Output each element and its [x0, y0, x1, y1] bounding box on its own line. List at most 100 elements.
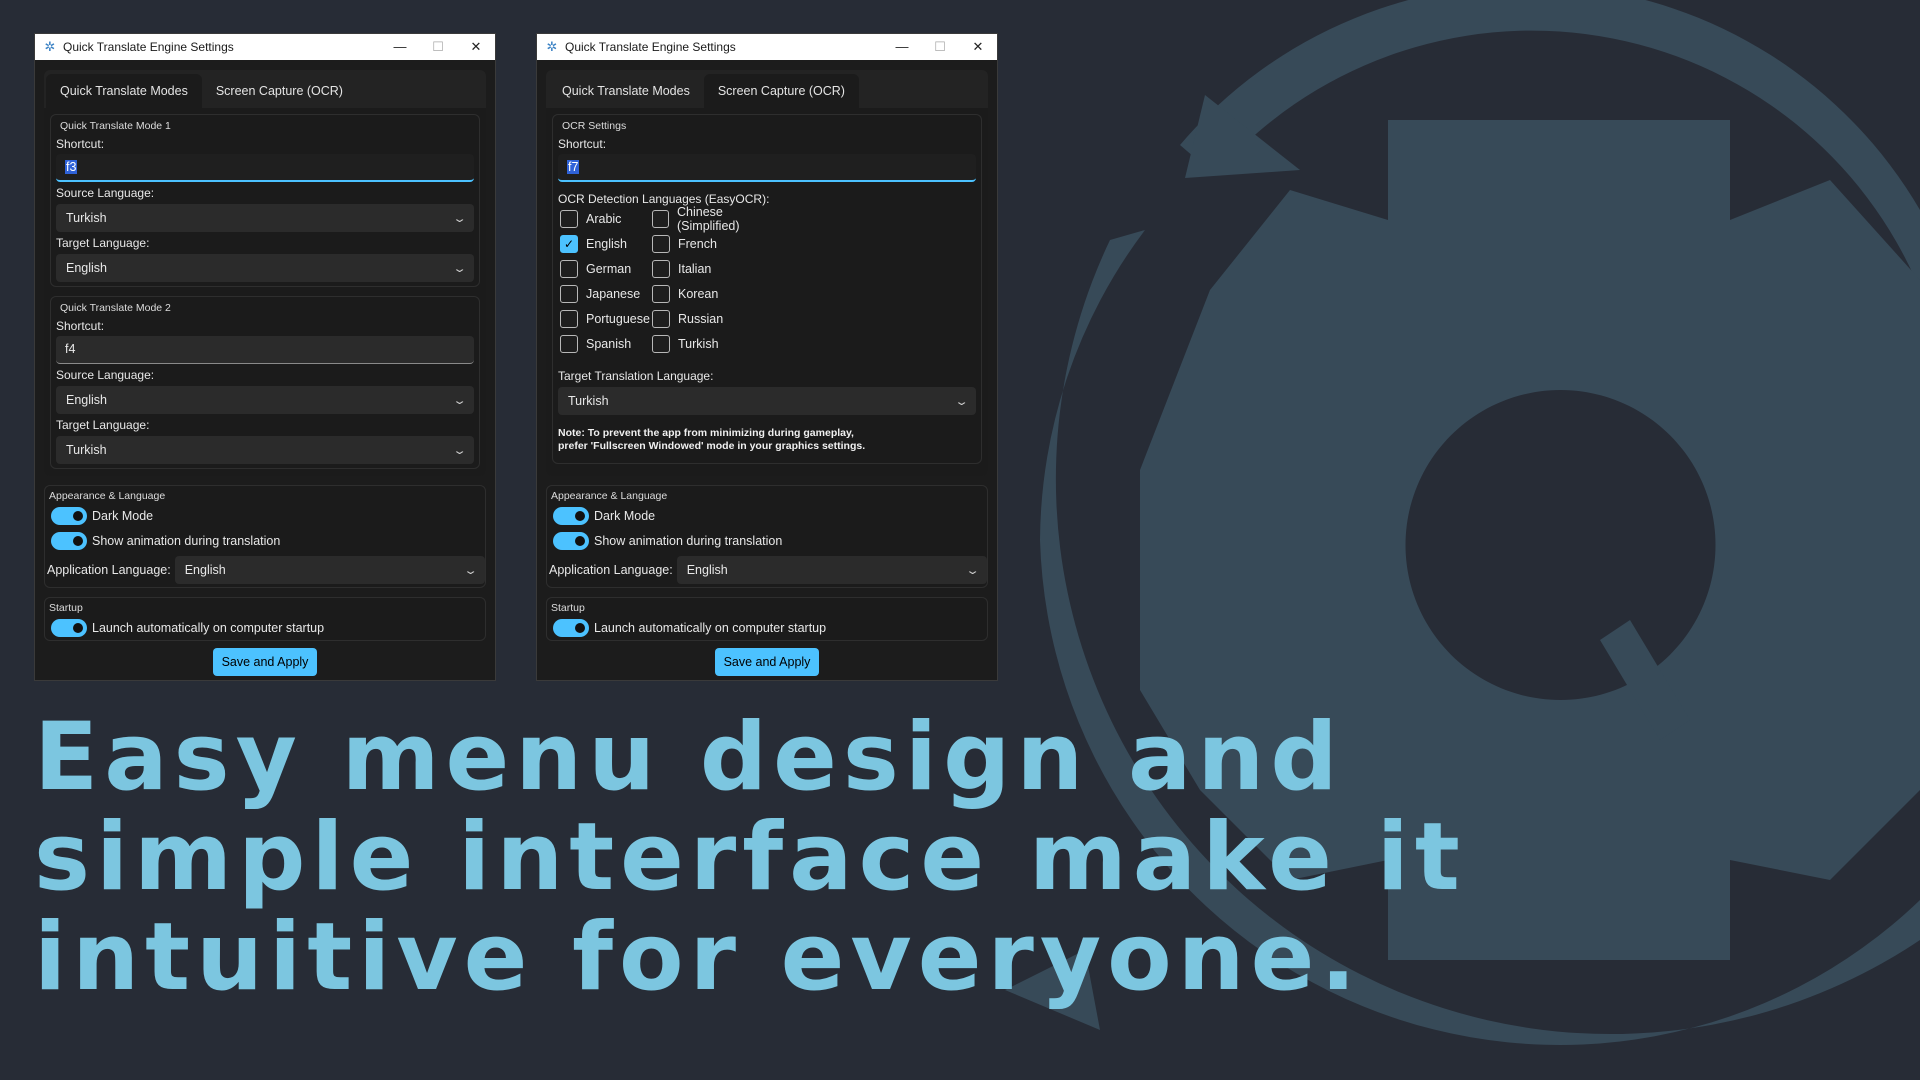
ocr-language-checkbox[interactable]: Turkish [652, 335, 782, 353]
mode1-shortcut-value: f3 [65, 160, 78, 174]
mode2-title: Quick Translate Mode 2 [60, 302, 171, 314]
chevron-down-icon: ⌄ [452, 394, 467, 407]
ocr-shortcut-value: f7 [567, 160, 580, 174]
startup-toggle[interactable] [553, 618, 589, 637]
window-title: Quick Translate Engine Settings [565, 40, 736, 54]
ocr-language-checkbox[interactable]: Chinese (Simplified) [652, 205, 782, 233]
ocr-language-label: Japanese [586, 287, 641, 301]
mode2-source-select[interactable]: English ⌄ [56, 386, 474, 414]
dark-mode-row: Dark Mode [45, 503, 485, 528]
mode1-target-value: English [66, 261, 107, 275]
ocr-note-line1: Note: To prevent the app from minimizing… [558, 427, 854, 439]
ocr-language-checkbox[interactable]: Russian [652, 310, 782, 328]
ocr-language-grid: Arabic Chinese (Simplified) ✓ English French… [558, 205, 976, 353]
ocr-target-select[interactable]: Turkish ⌄ [558, 387, 976, 415]
tab-quick-translate-modes[interactable]: Quick Translate Modes [548, 74, 704, 108]
ocr-language-label: English [586, 237, 627, 251]
ocr-shortcut-label: Shortcut: [558, 137, 607, 151]
ocr-language-label: Spanish [586, 337, 632, 351]
startup-row: Launch automatically on computer startup [547, 615, 987, 640]
app-language-row: Application Language: English ⌄ [547, 553, 987, 587]
chevron-down-icon: ⌄ [452, 444, 467, 457]
checkbox-box [652, 310, 670, 328]
save-button[interactable]: Save and Apply [715, 648, 819, 676]
mode1-target-label: Target Language: [56, 236, 150, 250]
app-language-value: English [686, 563, 728, 577]
mode1-shortcut-input[interactable]: f3 [56, 154, 474, 182]
app-language-select[interactable]: English ⌄ [174, 556, 485, 584]
dark-mode-toggle[interactable] [51, 506, 87, 525]
ocr-panel: OCR Settings Shortcut: f7 OCR Detection … [546, 108, 988, 476]
startup-title: Startup [551, 602, 585, 614]
close-button[interactable]: ✕ [457, 34, 495, 60]
maximize-button[interactable]: ☐ [419, 34, 457, 60]
ocr-language-checkbox[interactable]: Spanish [560, 335, 652, 353]
app-language-value: English [184, 563, 226, 577]
mode1-target-select[interactable]: English ⌄ [56, 254, 474, 282]
ocr-language-checkbox[interactable]: Korean [652, 285, 782, 303]
app-language-select[interactable]: English ⌄ [676, 556, 987, 584]
checkbox-box [652, 285, 670, 303]
minimize-button[interactable]: — [381, 34, 419, 60]
ocr-language-checkbox[interactable]: Japanese [560, 285, 652, 303]
mode1-title: Quick Translate Mode 1 [60, 120, 171, 132]
ocr-language-checkbox[interactable]: ✓ English [560, 235, 652, 253]
chevron-down-icon: ⌄ [954, 395, 969, 408]
animation-toggle[interactable] [553, 531, 589, 550]
appearance-title: Appearance & Language [49, 490, 166, 502]
checkbox-box [652, 235, 670, 253]
mode2-target-label: Target Language: [56, 418, 150, 432]
mode2-source-value: English [66, 393, 107, 407]
mode1-source-label: Source Language: [56, 186, 155, 200]
checkmark-icon: ✓ [560, 235, 578, 253]
ocr-note-line2: prefer 'Fullscreen Windowed' mode in you… [558, 440, 866, 452]
tab-screen-capture[interactable]: Screen Capture (OCR) [202, 74, 357, 108]
mode1-source-select[interactable]: Turkish ⌄ [56, 204, 474, 232]
headline-line1: Easy menu design and [34, 703, 1344, 812]
tab-view: Quick Translate Modes Screen Capture (OC… [546, 70, 988, 476]
gear-icon: ✲ [546, 39, 558, 54]
app-language-label: Application Language: [47, 563, 171, 577]
close-button[interactable]: ✕ [959, 34, 997, 60]
checkbox-box [652, 210, 670, 228]
chevron-down-icon: ⌄ [964, 564, 980, 577]
startup-label: Launch automatically on computer startup [92, 620, 325, 635]
minimize-button[interactable]: — [883, 34, 921, 60]
checkbox-box [560, 335, 578, 353]
animation-row: Show animation during translation [45, 528, 485, 553]
ocr-language-checkbox[interactable]: French [652, 235, 782, 253]
checkbox-box [560, 285, 578, 303]
save-button[interactable]: Save and Apply [213, 648, 317, 676]
animation-toggle[interactable] [51, 531, 87, 550]
maximize-button[interactable]: ☐ [921, 34, 959, 60]
ocr-language-checkbox[interactable]: Italian [652, 260, 782, 278]
chevron-down-icon: ⌄ [452, 212, 467, 225]
ocr-language-label: Russian [678, 312, 724, 326]
dark-mode-toggle[interactable] [553, 506, 589, 525]
startup-section: Startup Launch automatically on computer… [546, 597, 988, 641]
ocr-languages-label: OCR Detection Languages (EasyOCR): [558, 192, 770, 206]
mode2-target-select[interactable]: Turkish ⌄ [56, 436, 474, 464]
headline-line2: simple interface make it [34, 803, 1466, 912]
mode1-group: Quick Translate Mode 1 Shortcut: f3 Sour… [50, 114, 480, 287]
mode2-target-value: Turkish [66, 443, 107, 457]
ocr-language-label: German [586, 262, 632, 276]
tab-screen-capture[interactable]: Screen Capture (OCR) [703, 74, 859, 108]
chevron-down-icon: ⌄ [452, 262, 467, 275]
mode2-shortcut-input[interactable]: f4 [56, 336, 474, 364]
checkbox-box [560, 310, 578, 328]
startup-toggle[interactable] [51, 618, 87, 637]
ocr-language-checkbox[interactable]: German [560, 260, 652, 278]
checkbox-box [652, 335, 670, 353]
ocr-shortcut-input[interactable]: f7 [558, 154, 976, 182]
app-language-label: Application Language: [549, 563, 673, 577]
window-title: Quick Translate Engine Settings [63, 40, 234, 54]
titlebar: ✲ Quick Translate Engine Settings — ☐ ✕ [537, 34, 997, 60]
ocr-language-label: Chinese (Simplified) [677, 205, 740, 233]
dark-mode-label: Dark Mode [92, 508, 154, 523]
ocr-language-checkbox[interactable]: Arabic [560, 210, 652, 228]
tab-quick-translate-modes[interactable]: Quick Translate Modes [46, 74, 202, 108]
ocr-language-checkbox[interactable]: Portuguese [560, 310, 652, 328]
dark-mode-label: Dark Mode [594, 508, 656, 523]
modes-panel: Quick Translate Mode 1 Shortcut: f3 Sour… [44, 108, 486, 476]
